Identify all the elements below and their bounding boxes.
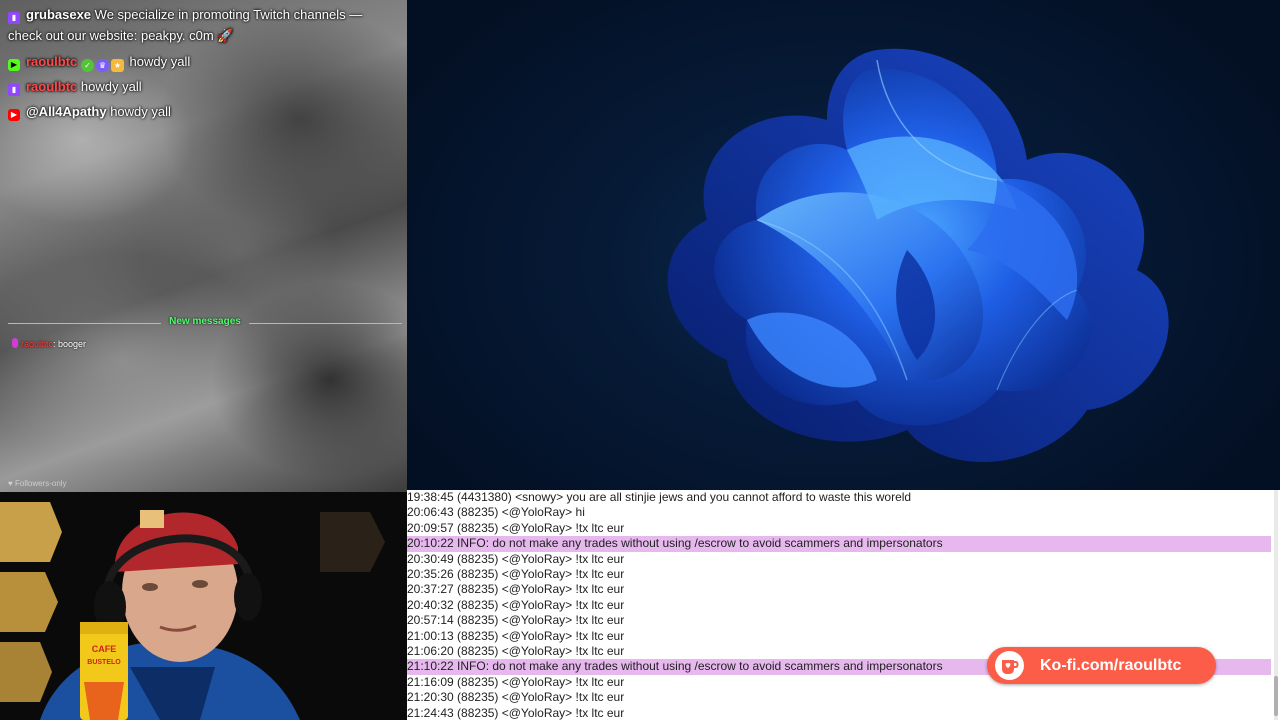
log-line: 20:30:49 (88235) <@YoloRay> !tx ltc eur xyxy=(407,551,625,566)
streamer-image: CAFE BUSTELO xyxy=(0,502,385,720)
log-line: 21:20:30 (88235) <@YoloRay> !tx ltc eur xyxy=(407,690,625,705)
log-line: 20:09:57 (88235) <@YoloRay> !tx ltc eur xyxy=(407,520,625,535)
sub-badge-icon: ★ xyxy=(110,59,124,72)
log-line: 20:35:26 (88235) <@YoloRay> !tx ltc eur xyxy=(407,567,625,581)
followers-only-label: ♥ Followers-only xyxy=(8,479,67,488)
kofi-badge[interactable]: Ko-fi.com/raoulbtc xyxy=(987,647,1216,684)
kick-icon: ▶ xyxy=(8,59,20,71)
verified-badge-icon: ✓ xyxy=(80,59,94,72)
chat-message: ▮ grubasexe We specialize in promoting Tw… xyxy=(8,4,398,46)
webcam-feed: CAFE BUSTELO xyxy=(0,492,407,720)
scrollbar-thumb[interactable] xyxy=(1274,676,1278,716)
irc-chat-log: 19:38:45 (4431380) <snowy> you are all s… xyxy=(407,490,1280,720)
chat-text: : booger xyxy=(53,339,87,349)
user-dot-icon xyxy=(12,338,18,348)
chat-message: ▶ raoulbtc ✓ ♛ ★ howdy yall xyxy=(8,51,398,72)
log-scrollbar[interactable] xyxy=(1274,490,1278,720)
twitch-icon: ▮ xyxy=(8,84,20,96)
log-line: 20:37:27 (88235) <@YoloRay> !tx ltc eur xyxy=(407,582,625,597)
chat-username: raoulbtc xyxy=(26,54,78,69)
log-line: 21:24:43 (88235) <@YoloRay> !tx ltc eur xyxy=(407,705,625,720)
chat-text: howdy yall xyxy=(80,79,142,94)
log-line: 20:57:14 (88235) <@YoloRay> !tx ltc eur xyxy=(407,613,625,628)
crown-badge-icon: ♛ xyxy=(95,59,109,72)
chat-username: raoulbtc xyxy=(26,79,78,94)
log-line: 20:06:43 (88235) <@YoloRay> hi xyxy=(407,505,585,520)
log-line: 21:00:13 (88235) <@YoloRay> !tx ltc eur xyxy=(407,628,625,643)
log-line: 19:38:45 (4431380) <snowy> you are all s… xyxy=(407,490,912,504)
chat-text: howdy yall xyxy=(110,104,171,119)
kofi-cup-icon xyxy=(995,651,1024,680)
desktop-wallpaper xyxy=(407,0,1280,490)
log-line: 20:40:32 (88235) <@YoloRay> !tx ltc eur xyxy=(407,597,625,612)
can-label: BUSTELO xyxy=(87,659,121,666)
chat-message: ▶ @All4Apathy howdy yall xyxy=(8,101,398,122)
chat-username: raoulbtc xyxy=(21,339,54,349)
kofi-link-label: Ko-fi.com/raoulbtc xyxy=(1040,657,1182,674)
chat-overlay: ▮ grubasexe We specialize in promoting Tw… xyxy=(0,0,407,492)
can-label: CAFE xyxy=(92,644,117,654)
chat-username: grubasexe xyxy=(26,7,92,22)
new-messages-label: New messages xyxy=(169,316,241,327)
youtube-icon: ▶ xyxy=(8,109,20,121)
chat-message: ▮ raoulbtc howdy yall xyxy=(8,76,398,97)
log-line-info: 20:10:22 INFO: do not make any trades wi… xyxy=(407,536,1271,552)
chat-text: howdy yall xyxy=(129,54,191,69)
bloom-graphic xyxy=(667,48,1169,463)
twitch-icon: ▮ xyxy=(8,12,20,24)
chat-username: @All4Apathy xyxy=(26,104,107,119)
chat-message-small: raoulbtc: booger xyxy=(12,338,86,349)
new-messages-divider: New messages xyxy=(8,316,402,330)
